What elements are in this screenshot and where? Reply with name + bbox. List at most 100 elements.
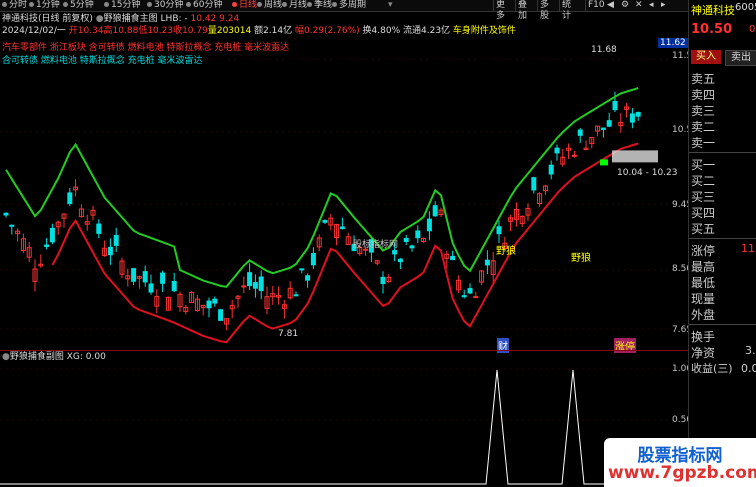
more-arrow-icon[interactable]: ▾ (388, 0, 393, 11)
candle-body (96, 223, 102, 234)
candle-body (606, 120, 612, 127)
last-price-tag: 11.62 (658, 38, 688, 48)
tab-label: 分时 (9, 0, 28, 10)
candle-body (531, 177, 537, 191)
tab-multi-period[interactable]: 多周期 (332, 0, 366, 11)
tab-5min[interactable]: 5分钟 (63, 0, 94, 11)
signal-label: 野狼 (496, 246, 516, 257)
dot-icon (257, 2, 262, 7)
bid4-label: 买四 (691, 206, 716, 220)
tab-30min[interactable]: 30分钟 (147, 0, 183, 11)
quote-panel: 神通科技 60052 10.50 0 买入 卖出 卖五 卖四 卖三 卖二 卖一 … (688, 0, 756, 487)
candle-body (484, 259, 490, 266)
tab-label: 季线 (314, 0, 333, 10)
candle-body (258, 276, 264, 292)
arrow-left-icon[interactable]: ◂ (647, 0, 654, 11)
tab-label: 周线 (264, 0, 283, 10)
candle-body (9, 224, 15, 227)
candle-body (548, 164, 554, 175)
candle-body (397, 258, 403, 263)
candle-body (107, 246, 113, 256)
tab-label: 5分钟 (70, 0, 94, 10)
tab-fenshi[interactable]: 分时 (2, 0, 27, 11)
sub-indicator-chart[interactable] (0, 350, 688, 487)
tab-weekly[interactable]: 周线 (257, 0, 282, 11)
high-label: 最高 (691, 260, 716, 274)
quote-sector: 车身附件及饰件 (452, 26, 516, 36)
dot-icon (282, 2, 287, 7)
stock-header: 神通科技(日线 前复权) ●野狼捕食主图 LHB: - 10.42 9.24 (2, 14, 239, 25)
tab-label: 月线 (289, 0, 308, 10)
indicator-name[interactable]: 野狼捕食主图 (104, 14, 158, 24)
tab-1min[interactable]: 1分钟 (29, 0, 60, 11)
limit-up-value: 11.5 (741, 242, 756, 255)
candle-body (44, 244, 50, 247)
candle-body (467, 288, 473, 294)
f10-button[interactable]: F10 (585, 0, 605, 11)
candle-body (67, 192, 73, 205)
ask3-label: 卖三 (691, 104, 716, 118)
header-value-1: 10.42 (190, 14, 217, 24)
tab-15min[interactable]: 15分钟 (104, 0, 140, 11)
candle-body (299, 268, 305, 271)
tab-monthly[interactable]: 月线 (282, 0, 307, 11)
ask1-label: 卖一 (691, 136, 716, 150)
candle-body (392, 250, 398, 255)
stats-button[interactable]: 统计 (559, 0, 571, 21)
candle-body (148, 283, 154, 293)
watermark-url: www.7gpzb.com (608, 463, 756, 483)
range-box (612, 150, 658, 163)
back-icon[interactable]: ◀ (605, 0, 614, 11)
quote-volume: 量203014 (207, 26, 252, 36)
candle-body (415, 230, 421, 239)
bid3-label: 买三 (691, 190, 716, 204)
panel-divider (689, 152, 756, 153)
xg-signal-line (0, 369, 668, 485)
multi-stock-button[interactable]: 多股 (537, 0, 549, 21)
candle-body (635, 111, 641, 117)
stock-name: 神通科技 (2, 14, 39, 24)
tab-daily[interactable]: 日线 (232, 0, 257, 11)
buy-button[interactable]: 买入 (691, 50, 721, 64)
overlay-button[interactable]: 叠加 (515, 0, 527, 21)
low-mark: 7.81 (278, 329, 299, 339)
tab-label: 15分钟 (111, 0, 141, 10)
limit-up-label: 涨停 (691, 244, 716, 258)
dot-icon (307, 2, 312, 7)
net-asset-value: 3.5 (745, 344, 756, 357)
highlight-block (600, 159, 608, 166)
gear-icon[interactable]: ⚙ (619, 0, 629, 11)
eps-value: 0.04 (741, 362, 756, 375)
sell-button[interactable]: 卖出 (725, 50, 756, 66)
chart-mode: (日线 前复权) (38, 14, 93, 24)
candle-body (426, 218, 432, 232)
tab-label: 多周期 (339, 0, 367, 10)
candle-body (160, 272, 166, 284)
mid-watermark: 股标指标网 (353, 240, 399, 250)
quote-float: 流通4.23亿 (403, 26, 451, 36)
bid5-label: 买五 (691, 222, 716, 236)
quote-amount: 额2.14亿 (254, 26, 293, 36)
dot-icon (332, 2, 337, 7)
quote-low: 低10.23 (138, 26, 174, 36)
candle-body (432, 205, 438, 217)
lhb-value: LHB: - (160, 14, 188, 24)
arrow-right-icon[interactable]: ▸ (659, 0, 666, 11)
tab-60min[interactable]: 60分钟 (186, 0, 222, 11)
bid1-label: 买一 (691, 158, 716, 172)
candle-body (380, 276, 386, 285)
close-icon[interactable]: ✕ (633, 0, 643, 11)
candle-body (612, 100, 618, 111)
panel-price-suffix: 0 (749, 24, 756, 35)
candle-body (473, 296, 479, 299)
volume-label: 现量 (691, 292, 716, 306)
candle-body (571, 154, 577, 157)
more-button[interactable]: 更多 (493, 0, 505, 21)
candle-body (218, 309, 224, 321)
candle-body (339, 226, 345, 229)
candle-body (409, 245, 415, 249)
dot-icon (104, 2, 109, 7)
dot-icon (63, 2, 68, 7)
tab-quarterly[interactable]: 季线 (307, 0, 332, 11)
kline-chart[interactable] (0, 36, 688, 350)
